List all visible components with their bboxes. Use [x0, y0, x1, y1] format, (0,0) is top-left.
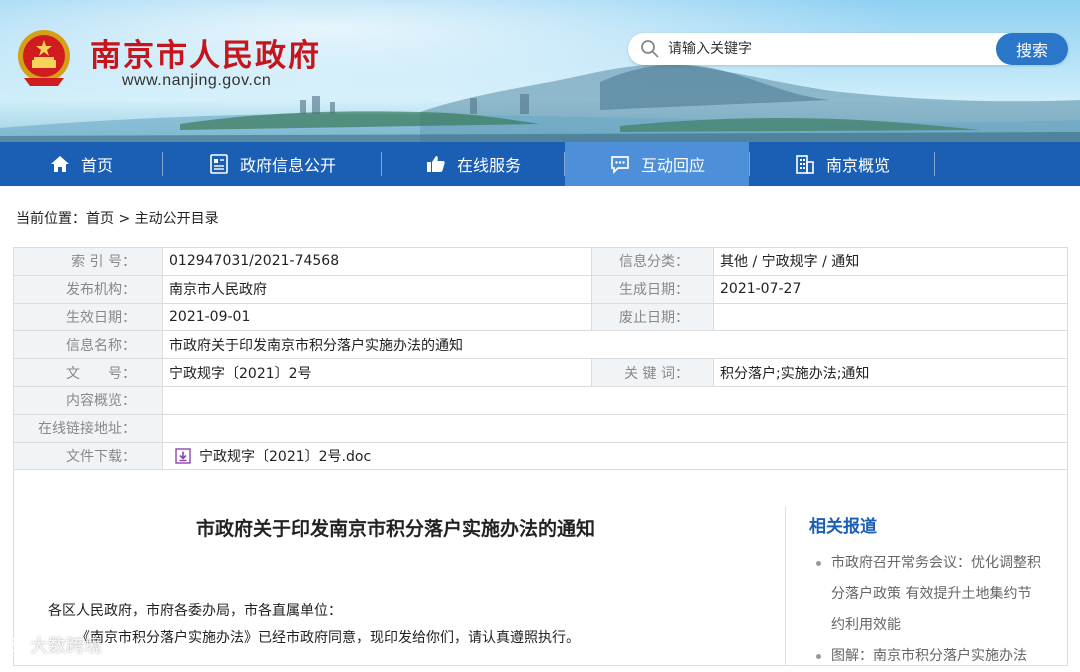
table-row: 索 引 号： 012947031/2021-74568 信息分类： 其他 / 宁… — [13, 247, 1068, 276]
doc-number-label: 文 号： — [13, 358, 163, 387]
related-report-item[interactable]: 图解：南京市积分落户实施办法 — [816, 641, 1042, 672]
created-date-value: 2021-07-27 — [713, 274, 1068, 304]
nav-item-label: 南京概览 — [825, 156, 890, 175]
online-link-label: 在线链接地址： — [13, 413, 163, 443]
table-row: 文 号： 宁政规字〔2021〕2号 关 键 词： 积分落户;实施办法;通知 — [13, 358, 1068, 387]
related-report-item[interactable]: 市政府召开常务会议：优化调整积分落户政策 有效提升土地集约节约利用效能 — [816, 548, 1042, 641]
home-icon — [49, 153, 71, 175]
created-date-label: 生成日期： — [591, 274, 714, 304]
search-input[interactable] — [668, 38, 988, 60]
index-label: 索 引 号： — [13, 247, 163, 276]
breadcrumb-home-link[interactable]: 首页 — [86, 211, 114, 227]
building-icon — [794, 153, 816, 175]
table-row: 发布机构： 南京市人民政府 生成日期： 2021-07-27 — [13, 274, 1068, 304]
document-paragraph: 《南京市积分落户实施办法》已经市政府同意，现印发给你们，请认真遵照执行。 — [76, 630, 580, 646]
nav-item-label: 政府信息公开 — [239, 156, 336, 175]
nav-item-label: 首页 — [80, 156, 113, 175]
file-download-cell: 宁政规字〔2021〕2号.doc — [162, 441, 1068, 471]
info-name-label: 信息名称： — [13, 330, 163, 360]
category-label: 信息分类： — [591, 247, 714, 276]
table-row: 文件下载： 宁政规字〔2021〕2号.doc — [13, 441, 1068, 471]
nav-item-interaction[interactable]: 互动回应 — [565, 142, 749, 186]
document-salutation: 各区人民政府，市府各委办局，市各直属单位： — [48, 603, 342, 619]
related-reports-list: 市政府召开常务会议：优化调整积分落户政策 有效提升土地集约节约利用效能 图解：南… — [816, 548, 1042, 672]
nav-item-label: 互动回应 — [640, 156, 705, 175]
table-row: 在线链接地址： — [13, 413, 1068, 443]
document-icon — [208, 153, 230, 175]
watermark-text: 大数跨境 — [30, 636, 102, 657]
table-row: 信息名称： 市政府关于印发南京市积分落户实施办法的通知 — [13, 330, 1068, 360]
sidebar-divider — [785, 506, 786, 666]
site-header: 南京市人民政府 www.nanjing.gov.cn 搜索 — [0, 0, 1080, 142]
category-value: 其他 / 宁政规字 / 通知 — [713, 247, 1068, 276]
national-emblem-icon — [18, 30, 70, 86]
index-value: 012947031/2021-74568 — [162, 247, 592, 276]
nav-item-gov-info[interactable]: 政府信息公开 — [163, 142, 381, 186]
chat-icon — [609, 153, 631, 175]
breadcrumb-current-link[interactable]: 主动公开目录 — [135, 211, 219, 227]
nav-item-home[interactable]: 首页 — [0, 142, 162, 186]
publisher-label: 发布机构： — [13, 274, 163, 304]
nav-item-online-service[interactable]: 在线服务 — [382, 142, 564, 186]
info-name-value: 市政府关于印发南京市积分落户实施办法的通知 — [162, 330, 1068, 360]
table-row: 生效日期： 2021-09-01 废止日期： — [13, 302, 1068, 332]
document-title: 市政府关于印发南京市积分落户实施办法的通知 — [196, 518, 596, 540]
breadcrumb: 当前位置：首页 > 主动公开目录 — [16, 208, 219, 228]
thumbs-up-icon — [425, 153, 447, 175]
watermark-logo-icon — [5, 638, 25, 652]
table-row: 内容概览： — [13, 385, 1068, 415]
breadcrumb-separator: > — [118, 211, 131, 227]
summary-label: 内容概览： — [13, 385, 163, 415]
doc-number-value: 宁政规字〔2021〕2号 — [162, 358, 592, 387]
nav-item-nanjing-overview[interactable]: 南京概览 — [750, 142, 934, 186]
nav-divider — [934, 152, 935, 176]
file-download-label: 文件下载： — [13, 441, 163, 471]
main-nav: 首页 政府信息公开 在线服务 互动回应 南京概览 — [0, 142, 1080, 186]
watermark: 大数跨境 — [4, 632, 102, 658]
nav-item-label: 在线服务 — [456, 156, 521, 175]
online-link-value[interactable] — [162, 413, 1068, 443]
site-url[interactable]: www.nanjing.gov.cn — [122, 72, 271, 90]
search-button[interactable]: 搜索 — [996, 33, 1068, 65]
site-title[interactable]: 南京市人民政府 — [90, 30, 321, 75]
effective-date-label: 生效日期： — [13, 302, 163, 332]
summary-value — [162, 385, 1068, 415]
download-file-link[interactable]: 宁政规字〔2021〕2号.doc — [199, 449, 371, 465]
document-info-table: 索 引 号： 012947031/2021-74568 信息分类： 其他 / 宁… — [13, 247, 1068, 471]
search-icon — [641, 40, 659, 58]
publisher-value: 南京市人民政府 — [162, 274, 592, 304]
keywords-label: 关 键 词： — [591, 358, 714, 387]
download-icon[interactable] — [175, 448, 191, 464]
repealed-date-label: 废止日期： — [591, 302, 714, 332]
keywords-value: 积分落户;实施办法;通知 — [713, 358, 1068, 387]
breadcrumb-prefix: 当前位置： — [16, 211, 86, 227]
search-box: 搜索 — [628, 33, 1068, 65]
related-reports-title: 相关报道 — [809, 517, 877, 537]
effective-date-value: 2021-09-01 — [162, 302, 592, 332]
repealed-date-value — [713, 302, 1068, 332]
